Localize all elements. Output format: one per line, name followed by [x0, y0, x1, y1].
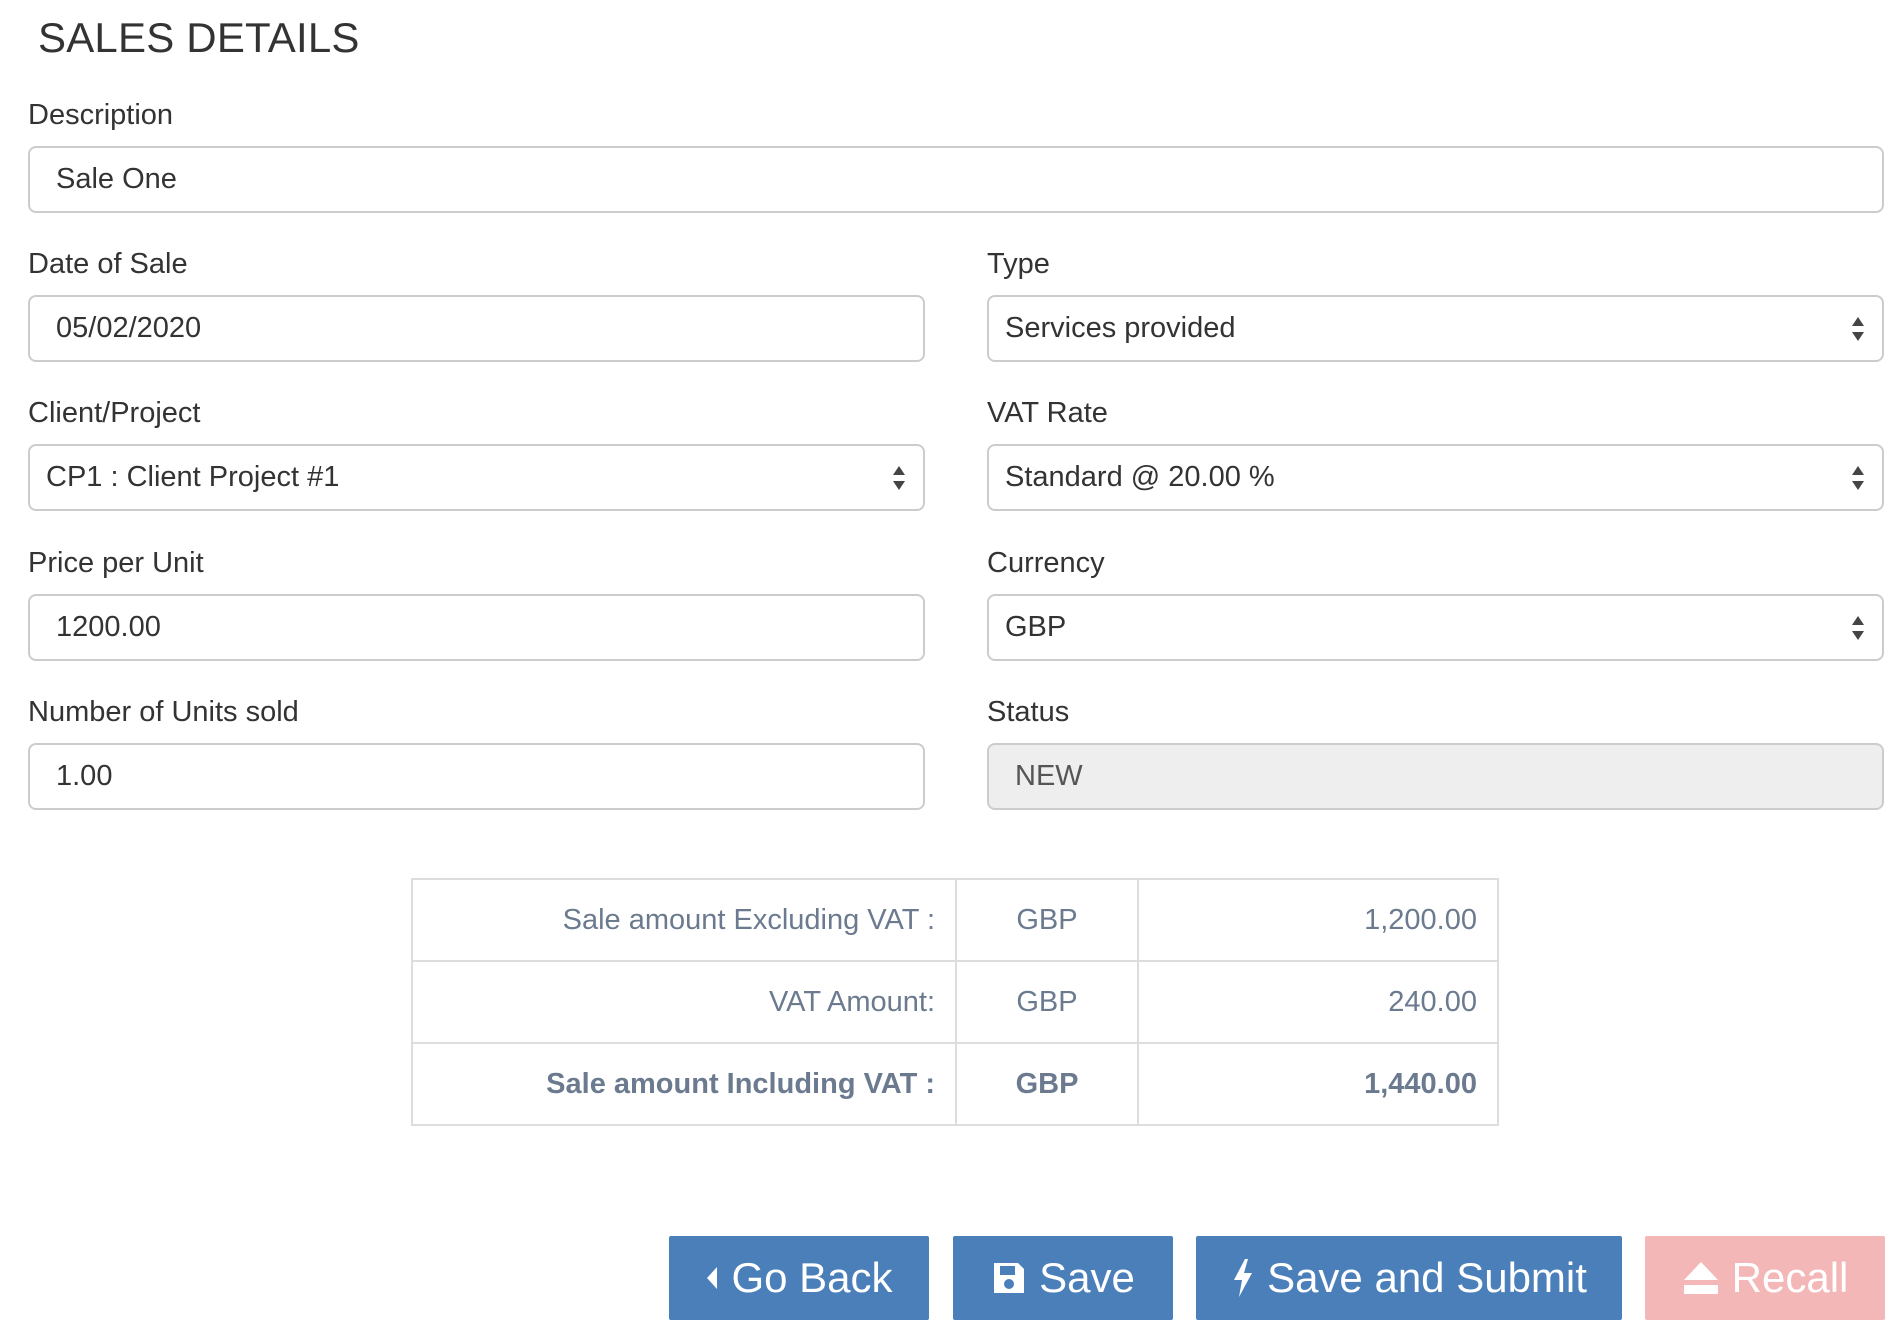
save-label: Save	[1039, 1254, 1135, 1301]
go-back-button[interactable]: Go Back	[669, 1236, 929, 1320]
page-title: SALES DETAILS	[38, 14, 360, 61]
status-value: NEW	[1015, 760, 1083, 792]
summary-currency: GBP	[955, 878, 1139, 962]
status-field: NEW	[987, 743, 1884, 810]
price-per-unit-label: Price per Unit	[28, 547, 204, 579]
save-and-submit-label: Save and Submit	[1267, 1254, 1587, 1301]
currency-select[interactable]: GBP	[987, 594, 1884, 661]
client-project-label: Client/Project	[28, 397, 201, 429]
price-per-unit-input[interactable]: 1200.00	[28, 594, 925, 661]
caret-left-icon	[705, 1264, 719, 1292]
client-project-select[interactable]: CP1 : Client Project #1	[28, 444, 925, 511]
date-of-sale-label: Date of Sale	[28, 248, 188, 280]
table-row: Sale amount Including VAT : GBP 1,440.00	[411, 1042, 1499, 1126]
price-per-unit-value: 1200.00	[56, 611, 161, 643]
client-project-selected-value: CP1 : Client Project #1	[46, 461, 340, 493]
recall-button[interactable]: Recall	[1645, 1236, 1885, 1320]
status-label: Status	[987, 696, 1070, 728]
description-value: Sale One	[56, 163, 177, 195]
currency-selected-value: GBP	[1005, 611, 1067, 643]
type-label: Type	[987, 248, 1050, 280]
date-of-sale-input[interactable]: 05/02/2020	[28, 295, 925, 362]
table-row: Sale amount Excluding VAT : GBP 1,200.00	[411, 878, 1499, 962]
summary-amount: 240.00	[1137, 960, 1499, 1044]
units-sold-label: Number of Units sold	[28, 696, 299, 728]
floppy-disk-icon	[991, 1260, 1027, 1296]
summary-currency: GBP	[955, 960, 1139, 1044]
go-back-label: Go Back	[731, 1254, 893, 1301]
select-updown-icon	[1850, 613, 1866, 643]
save-button[interactable]: Save	[953, 1236, 1173, 1320]
vat-rate-label: VAT Rate	[987, 397, 1108, 429]
vat-rate-select[interactable]: Standard @ 20.00 %	[987, 444, 1884, 511]
units-sold-input[interactable]: 1.00	[28, 743, 925, 810]
type-selected-value: Services provided	[1005, 312, 1236, 344]
date-of-sale-value: 05/02/2020	[56, 312, 202, 344]
summary-label: VAT Amount:	[411, 960, 957, 1044]
units-sold-value: 1.00	[56, 760, 113, 792]
currency-label: Currency	[987, 547, 1105, 579]
summary-label: Sale amount Including VAT :	[411, 1042, 957, 1126]
description-label: Description	[28, 99, 174, 131]
vat-rate-selected-value: Standard @ 20.00 %	[1005, 461, 1275, 493]
summary-amount: 1,440.00	[1137, 1042, 1499, 1126]
select-updown-icon	[1850, 463, 1866, 493]
description-input[interactable]: Sale One	[28, 146, 1884, 213]
sale-summary-table: Sale amount Excluding VAT : GBP 1,200.00…	[411, 878, 1499, 1126]
type-select[interactable]: Services provided	[987, 295, 1884, 362]
select-updown-icon	[891, 463, 907, 493]
table-row: VAT Amount: GBP 240.00	[411, 960, 1499, 1044]
eject-icon	[1682, 1260, 1720, 1296]
summary-label: Sale amount Excluding VAT :	[411, 878, 957, 962]
summary-currency: GBP	[955, 1042, 1139, 1126]
summary-amount: 1,200.00	[1137, 878, 1499, 962]
select-updown-icon	[1850, 314, 1866, 344]
save-and-submit-button[interactable]: Save and Submit	[1196, 1236, 1622, 1320]
lightning-bolt-icon	[1231, 1258, 1255, 1298]
recall-label: Recall	[1731, 1254, 1849, 1301]
